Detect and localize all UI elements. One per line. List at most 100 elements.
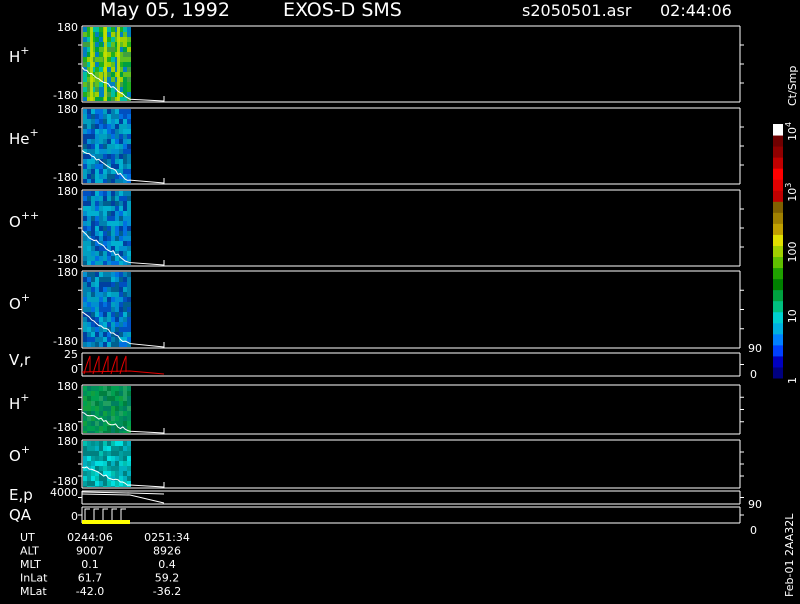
spectrogram-cell — [111, 42, 115, 47]
spectrogram-cell — [91, 169, 95, 174]
spectrogram-cell — [87, 124, 91, 129]
spectrogram-cell — [103, 287, 107, 292]
spectrogram-cell — [107, 461, 111, 466]
spectrogram-cell — [87, 416, 91, 421]
spectrogram-cell — [127, 302, 131, 307]
spectrogram-cell — [91, 124, 95, 129]
spectrogram-cell — [95, 287, 99, 292]
spectrogram-cell — [107, 401, 111, 406]
spectrogram-cell — [99, 342, 103, 347]
spectrogram-cell — [103, 201, 107, 206]
spectrogram-cell — [95, 406, 99, 411]
spectrogram-cell — [115, 241, 119, 246]
spectrogram-cell — [103, 416, 107, 421]
spectrogram-cell — [119, 401, 123, 406]
spectrogram-cell — [99, 87, 103, 92]
spectrogram-cell — [107, 134, 111, 139]
spectrogram-cell — [119, 327, 123, 332]
spectrogram-cell — [123, 456, 127, 461]
footer-row-start: 9007 — [76, 545, 104, 558]
spectrogram-cell — [95, 317, 99, 322]
spectrogram-cell — [111, 441, 115, 446]
spectrogram-cell — [119, 282, 123, 287]
spectrogram-cell — [107, 221, 111, 226]
spectrogram-cell — [111, 72, 115, 77]
spectrogram-cell — [87, 226, 91, 231]
spectrogram-cell — [103, 406, 107, 411]
spectrogram-cell — [95, 411, 99, 416]
spectrogram-cell — [119, 246, 123, 251]
spectrogram-cell — [91, 109, 95, 114]
spectrogram-cell — [127, 236, 131, 241]
spectrogram-cell — [111, 446, 115, 451]
panel-label-sup: + — [20, 44, 29, 57]
colorbar-segment — [773, 278, 783, 291]
spectrogram-cell — [83, 441, 87, 446]
spectrogram-cell — [107, 322, 111, 327]
spectrogram-cell — [107, 241, 111, 246]
spectrogram-cell — [119, 471, 123, 476]
spectrogram-cell — [87, 246, 91, 251]
spectrogram-cell — [91, 431, 95, 433]
spectrogram-cell — [111, 226, 115, 231]
spectrogram-cell — [99, 139, 103, 144]
spectrogram-cell — [83, 287, 87, 292]
spectrogram-cell — [87, 451, 91, 456]
footer-row-end: 59.2 — [155, 572, 180, 585]
spectrogram-cell — [111, 52, 115, 57]
spectrogram-cell — [127, 231, 131, 236]
spectrogram-cell — [119, 441, 123, 446]
spectrogram-cell — [119, 109, 123, 114]
spectrogram-cell — [95, 52, 99, 57]
spectrogram-cell — [99, 307, 103, 312]
panel-label-sup: + — [21, 291, 30, 304]
spectrogram-cell — [103, 196, 107, 201]
spectrogram-cell — [119, 241, 123, 246]
spectrogram-cell — [123, 52, 127, 57]
spectrogram-cell — [127, 406, 131, 411]
spectrogram-cell — [95, 129, 99, 134]
spectrogram-cell — [107, 426, 111, 431]
spectrogram-cell — [87, 292, 91, 297]
spectrogram-cell — [115, 231, 119, 236]
spectrogram-cell — [83, 97, 87, 101]
spectrogram-cell — [91, 164, 95, 169]
spectrogram-cell — [91, 134, 95, 139]
spectrogram-cell — [99, 169, 103, 174]
spectrogram-cell — [95, 196, 99, 201]
qa-step — [111, 508, 117, 520]
spectrogram-cell — [123, 431, 127, 433]
spectrogram-cell — [119, 251, 123, 256]
y-bottom-label: -180 — [53, 89, 78, 102]
spectrogram-cell — [119, 416, 123, 421]
spectrogram-cell — [107, 337, 111, 342]
spectrogram-cell — [123, 57, 127, 62]
spectrogram-cell — [107, 307, 111, 312]
spectrogram-cell — [91, 206, 95, 211]
spectrogram-cell — [91, 211, 95, 216]
footer-row-name: ALT — [20, 545, 39, 558]
spectrogram-cell — [83, 77, 87, 82]
spectrogram-cell — [127, 251, 131, 256]
spectrogram-cell — [99, 261, 103, 265]
spectrogram-cell — [91, 256, 95, 261]
spectrogram-cell — [91, 231, 95, 236]
spectrogram-cell — [107, 179, 111, 183]
spectrogram-cell — [123, 114, 127, 119]
spectrogram-cell — [91, 129, 95, 134]
spectrogram-cell — [107, 97, 111, 101]
spectrogram-cell — [111, 139, 115, 144]
spectrogram-cell — [95, 456, 99, 461]
footer-row-end: 8926 — [153, 545, 181, 558]
spectrogram-cell — [91, 277, 95, 282]
spectrogram-cell — [95, 206, 99, 211]
spectrogram-cell — [123, 159, 127, 164]
spectrogram-cell — [83, 297, 87, 302]
spectrogram-cell — [119, 134, 123, 139]
panel-o_pp: O++ 180 -180 — [9, 185, 744, 267]
spectrogram-cell — [123, 164, 127, 169]
spectrogram-cell — [123, 231, 127, 236]
spectrogram-cell — [119, 486, 123, 487]
spectrogram-cell — [91, 386, 95, 391]
spectrogram-cell — [91, 144, 95, 149]
